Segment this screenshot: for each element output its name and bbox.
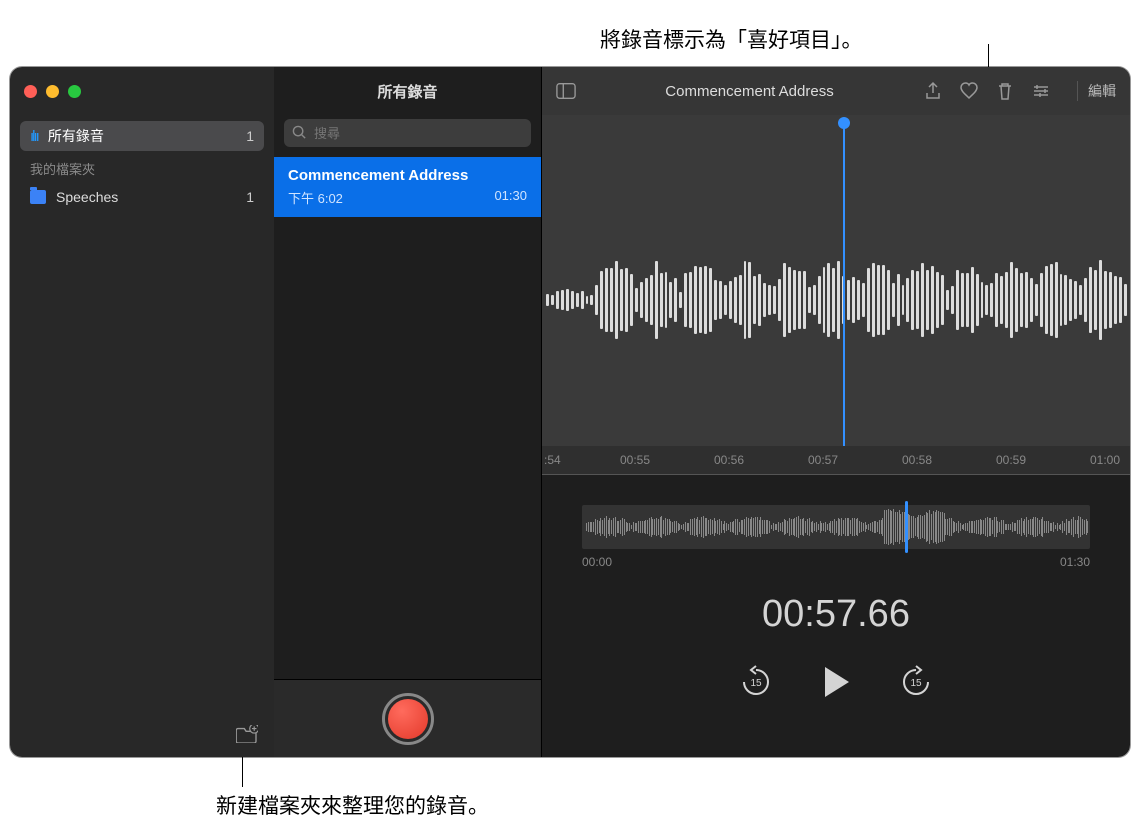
- record-button[interactable]: [382, 693, 434, 745]
- recording-time: 下午 6:02: [288, 188, 343, 207]
- sidebar: ılıı 所有錄音 1 我的檔案夾 Speeches 1: [10, 67, 274, 757]
- sidebar-folder-count: 1: [246, 189, 254, 205]
- minimize-window-button[interactable]: [46, 85, 59, 98]
- ruler-tick: 00:55: [620, 453, 650, 467]
- overview-playhead[interactable]: [905, 501, 908, 553]
- svg-text:15: 15: [750, 678, 762, 689]
- ruler-tick: :54: [544, 453, 561, 467]
- ruler-tick: 00:59: [996, 453, 1026, 467]
- callout-line: [242, 757, 243, 787]
- record-bar: [274, 679, 541, 757]
- search-icon: [292, 125, 307, 140]
- sidebar-folder-label: Speeches: [56, 189, 118, 205]
- toolbar-title: Commencement Address: [576, 83, 923, 100]
- sidebar-toggle-button[interactable]: [556, 82, 576, 100]
- main-panel: Commencement Address 編輯 :54 00:55 00:56 …: [542, 67, 1130, 757]
- skip-back-button[interactable]: 15: [738, 664, 774, 700]
- sidebar-folder-speeches[interactable]: Speeches 1: [20, 182, 264, 212]
- ruler-tick: 00:57: [808, 453, 838, 467]
- recording-title: Commencement Address: [288, 167, 527, 184]
- search-box: [284, 119, 531, 147]
- ruler-tick: 00:58: [902, 453, 932, 467]
- share-button[interactable]: [923, 81, 943, 101]
- playback-controls: 15 15: [542, 664, 1130, 700]
- annotation-new-folder: 新建檔案夾來整理您的錄音。: [216, 790, 489, 820]
- time-ruler: :54 00:55 00:56 00:57 00:58 00:59 01:00: [542, 446, 1130, 474]
- sidebar-label: 所有錄音: [48, 126, 104, 146]
- svg-text:15: 15: [910, 678, 922, 689]
- overview-start-time: 00:00: [582, 555, 612, 569]
- playhead[interactable]: [843, 123, 845, 466]
- sidebar-section-header: 我的檔案夾: [20, 151, 264, 182]
- favorite-button[interactable]: [959, 81, 979, 101]
- delete-button[interactable]: [995, 81, 1015, 101]
- search-input[interactable]: [284, 119, 531, 147]
- overview-end-time: 01:30: [1060, 555, 1090, 569]
- sidebar-count: 1: [246, 128, 254, 144]
- edit-button[interactable]: 編輯: [1077, 81, 1116, 101]
- fullscreen-window-button[interactable]: [68, 85, 81, 98]
- ruler-tick: 01:00: [1090, 453, 1120, 467]
- recording-list-item[interactable]: Commencement Address 下午 6:02 01:30: [274, 157, 541, 217]
- skip-forward-button[interactable]: 15: [898, 664, 934, 700]
- folder-icon: [30, 190, 46, 204]
- current-time-display: 00:57.66: [542, 593, 1130, 636]
- play-button[interactable]: [818, 664, 854, 700]
- sidebar-all-recordings[interactable]: ılıı 所有錄音 1: [20, 121, 264, 151]
- waveform-icon: ılıı: [30, 128, 38, 145]
- window-controls: [10, 67, 274, 115]
- waveform-display[interactable]: :54 00:55 00:56 00:57 00:58 00:59 01:00: [542, 115, 1130, 475]
- toolbar: Commencement Address 編輯: [542, 67, 1130, 115]
- settings-button[interactable]: [1031, 81, 1051, 101]
- annotation-favorite: 將錄音標示為「喜好項目」。: [600, 24, 863, 54]
- close-window-button[interactable]: [24, 85, 37, 98]
- list-header: 所有錄音: [274, 67, 541, 115]
- app-window: ılıı 所有錄音 1 我的檔案夾 Speeches 1 所有錄音: [10, 67, 1130, 757]
- recording-duration: 01:30: [494, 188, 527, 207]
- new-folder-button[interactable]: [236, 725, 258, 743]
- ruler-tick: 00:56: [714, 453, 744, 467]
- overview-waveform[interactable]: [582, 505, 1090, 549]
- recordings-list-panel: 所有錄音 Commencement Address 下午 6:02 01:30: [274, 67, 542, 757]
